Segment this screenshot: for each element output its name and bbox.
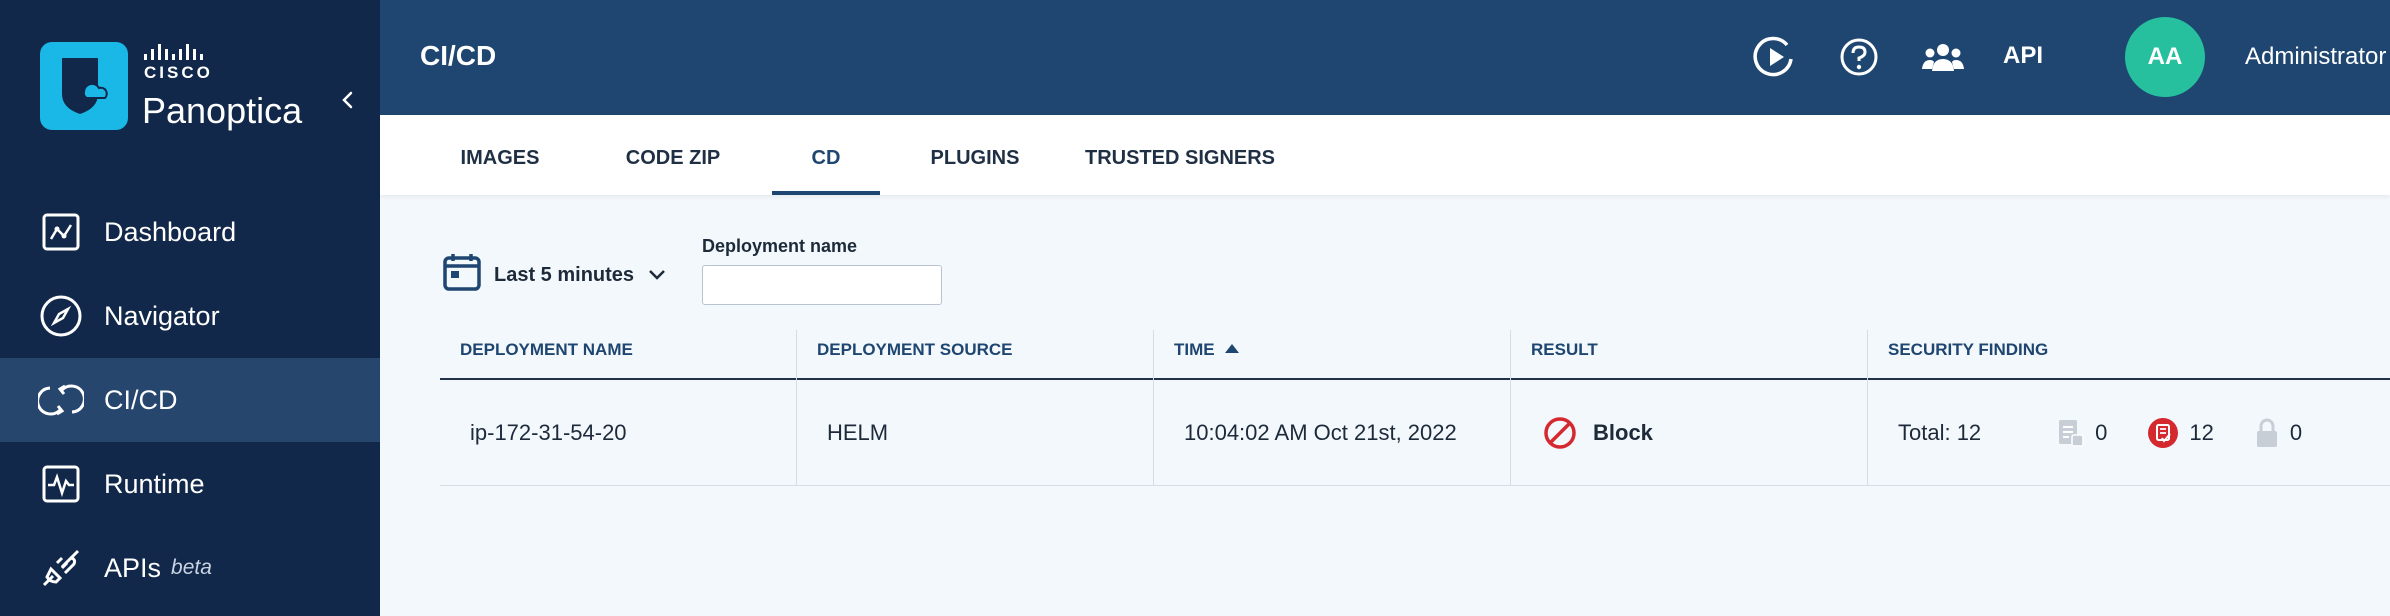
api-link[interactable]: API	[2003, 42, 2043, 70]
vulnerability-report-icon	[2148, 418, 2179, 448]
column-header-result[interactable]: RESULT	[1511, 330, 1868, 380]
finding-count: 12	[2189, 420, 2214, 445]
product-name: Panoptica	[142, 90, 303, 131]
users-button[interactable]	[1920, 34, 1966, 80]
deployment-name-label: Deployment name	[702, 236, 858, 256]
tab-code-zip[interactable]: CODE ZIP	[604, 115, 742, 195]
column-header-time[interactable]: TIME	[1154, 330, 1511, 380]
cell-deployment-source: HELM	[797, 380, 1154, 486]
dashboard-icon	[38, 209, 84, 255]
cell-time: 10:04:02 AM Oct 21st, 2022	[1154, 380, 1511, 486]
page-title: CI/CD	[420, 40, 497, 71]
finding-count: 0	[2095, 420, 2108, 445]
column-header-security-finding[interactable]: SECURITY FINDING	[1868, 330, 2390, 380]
table-row[interactable]: ip-172-31-54-20 HELM 10:04:02 AM Oct 21s…	[440, 380, 2390, 486]
brand[interactable]: CISCO Panoptica	[40, 42, 360, 132]
beta-badge: beta	[171, 556, 212, 579]
sort-ascending-icon	[1224, 344, 1239, 354]
collapse-sidebar-button[interactable]	[335, 85, 361, 115]
tab-images[interactable]: IMAGES	[430, 115, 570, 195]
sidebar-nav: Dashboard Navigator CI/CD Runtime APIs b…	[0, 190, 380, 610]
sidebar-item-label: CI/CD	[104, 384, 178, 415]
users-icon	[1922, 44, 1964, 71]
tab-bar: IMAGES CODE ZIP CD PLUGINS TRUSTED SIGNE…	[380, 115, 2390, 195]
help-icon	[1840, 38, 1878, 76]
finding-permissions[interactable]: 0	[2254, 417, 2302, 449]
sidebar-item-cicd[interactable]: CI/CD	[0, 358, 380, 442]
sidebar-item-label: Runtime	[104, 468, 205, 499]
sidebar-item-dashboard[interactable]: Dashboard	[0, 190, 380, 274]
table-header: DEPLOYMENT NAME DEPLOYMENT SOURCE TIME R…	[440, 330, 2390, 380]
finding-secrets[interactable]: 0	[2057, 418, 2107, 448]
user-name[interactable]: Administrator	[2245, 43, 2386, 71]
api-plug-icon	[38, 545, 84, 591]
help-button[interactable]	[1836, 34, 1882, 80]
company-name: CISCO	[144, 63, 213, 82]
cicd-icon	[38, 377, 84, 423]
time-range-selector[interactable]: Last 5 minutes	[442, 252, 666, 298]
finding-count: 0	[2289, 420, 2303, 445]
chevron-down-icon	[648, 264, 666, 287]
chevron-left-icon	[342, 91, 353, 109]
tab-trusted-signers[interactable]: TRUSTED SIGNERS	[1070, 115, 1290, 195]
calendar-icon	[442, 252, 482, 298]
time-range-label: Last 5 minutes	[494, 263, 635, 286]
sidebar-item-runtime[interactable]: Runtime	[0, 442, 380, 526]
play-tour-button[interactable]	[1752, 34, 1798, 80]
sidebar: CISCO Panoptica Dashboard Navigator CI/C…	[0, 0, 380, 616]
block-icon	[1544, 417, 1576, 449]
sidebar-item-navigator[interactable]: Navigator	[0, 274, 380, 358]
result-label: Block	[1593, 420, 1653, 445]
tab-plugins[interactable]: PLUGINS	[910, 115, 1040, 195]
deployments-table: DEPLOYMENT NAME DEPLOYMENT SOURCE TIME R…	[440, 330, 2390, 486]
compass-icon	[38, 293, 84, 339]
column-header-deployment-name[interactable]: DEPLOYMENT NAME	[440, 330, 797, 380]
cell-deployment-name: ip-172-31-54-20	[440, 380, 797, 486]
avatar[interactable]: AA	[2125, 17, 2205, 97]
play-circle-icon	[1753, 36, 1793, 77]
finding-vulnerabilities[interactable]: 12	[2147, 417, 2214, 449]
tab-cd[interactable]: CD	[772, 115, 880, 195]
lock-icon	[2256, 418, 2277, 447]
runtime-icon	[38, 461, 84, 507]
sidebar-item-label: APIs	[104, 552, 162, 583]
sidebar-item-label: Navigator	[104, 300, 220, 331]
panoptica-logo-icon	[40, 42, 128, 130]
cell-security-finding: Total: 12 0 12 0	[1868, 380, 2390, 486]
sidebar-item-label: Dashboard	[104, 216, 237, 247]
cell-result: Block	[1511, 380, 1868, 486]
sidebar-item-apis[interactable]: APIs beta	[0, 526, 380, 610]
top-header: CI/CD API AA Administrator	[380, 0, 2390, 115]
cisco-bars-icon	[144, 44, 213, 60]
document-scan-icon	[2059, 420, 2084, 447]
deployment-name-input[interactable]	[702, 265, 942, 305]
cisco-wordmark: CISCO	[144, 44, 213, 83]
finding-total: Total: 12	[1898, 420, 1982, 445]
column-header-deployment-source[interactable]: DEPLOYMENT SOURCE	[797, 330, 1154, 380]
